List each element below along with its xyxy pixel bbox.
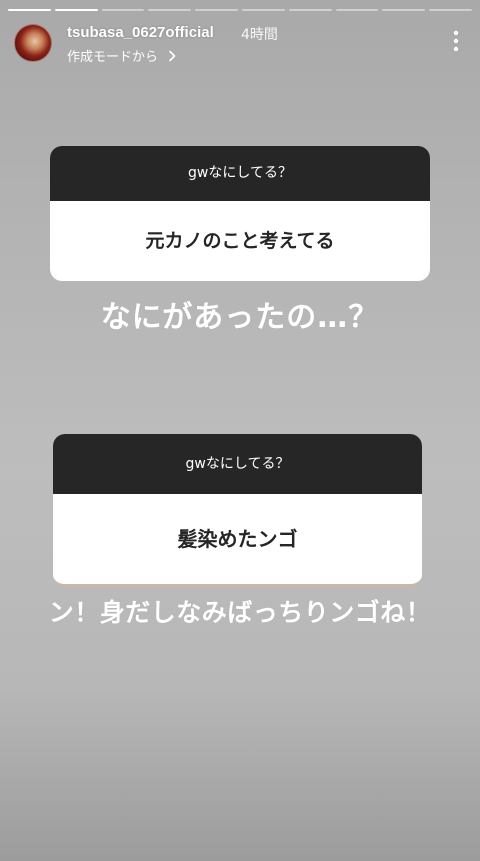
progress-segment — [241, 9, 285, 11]
source-link[interactable]: 作成モードから — [67, 46, 178, 65]
question-sticker-1: gwなにしてる？ 元カノのこと考えてる — [50, 146, 430, 281]
avatar[interactable] — [14, 24, 52, 62]
progress-segment — [429, 9, 472, 11]
progress-segment — [8, 9, 51, 11]
question-sticker-2: gwなにしてる？ 髪染めたンゴ — [53, 434, 422, 587]
post-time: 4時間 — [241, 27, 278, 43]
progress-segment — [195, 9, 238, 11]
story-header: tsubasa_0627official 4時間 作成モードから — [14, 22, 466, 66]
question-prompt: gwなにしてる？ — [50, 146, 430, 201]
progress-segment — [54, 9, 98, 11]
progress-segment — [148, 9, 192, 11]
caption-text-2: ン！身だしなみばっちりンゴね！ — [48, 598, 432, 627]
question-answer: 髪染めたンゴ — [177, 527, 298, 551]
chevron-right-icon — [169, 50, 176, 61]
progress-segment — [382, 9, 426, 11]
more-options-icon[interactable] — [452, 30, 460, 52]
progress-segment — [335, 9, 379, 11]
source-label: 作成モードから — [67, 50, 159, 65]
progress-segment — [288, 9, 332, 11]
question-answer: 元カノのこと考えてる — [145, 230, 335, 252]
question-prompt: gwなにしてる？ — [53, 434, 422, 494]
username-link[interactable]: tsubasa_0627official — [67, 24, 214, 41]
story-progress-bar — [8, 9, 472, 11]
progress-segment — [101, 9, 145, 11]
caption-text-1: なにがあったの…？ — [100, 300, 380, 335]
